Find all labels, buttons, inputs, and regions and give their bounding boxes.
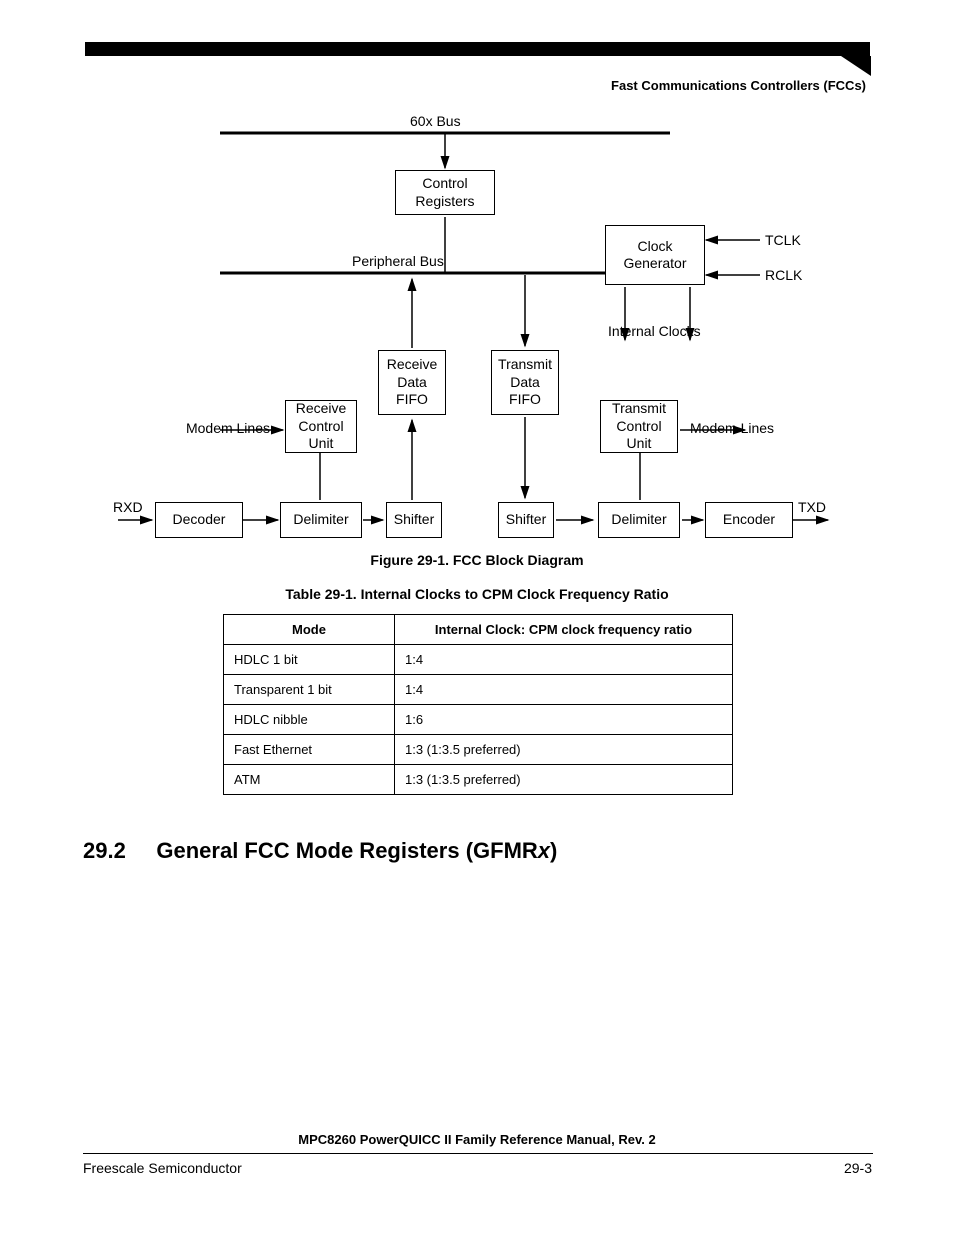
th-mode: Mode [224,615,395,645]
box-tcu: Transmit Control Unit [600,400,678,453]
label-rclk: RCLK [765,267,802,285]
ratio-table: Mode Internal Clock: CPM clock frequency… [223,614,733,795]
label-internal-clocks: Internal Clocks [608,323,701,341]
box-shifter-right: Shifter [498,502,554,538]
label-tclk: TCLK [765,232,801,250]
section-num: 29.2 [83,838,126,863]
box-decoder: Decoder [155,502,243,538]
th-ratio: Internal Clock: CPM clock frequency rati… [395,615,733,645]
fcc-block-diagram: 60x Bus Control Registers Peripheral Bus… [0,110,954,560]
section-title-ital: x [538,838,550,863]
box-shifter-left: Shifter [386,502,442,538]
table-caption: Table 29-1. Internal Clocks to CPM Clock… [0,586,954,602]
box-control-registers: Control Registers [395,170,495,215]
label-peripheral-bus: Peripheral Bus [352,253,444,271]
header-bar [85,42,870,56]
label-txd: TXD [798,499,826,517]
footer-rule [83,1153,873,1154]
section-title-pre: General FCC Mode Registers (GFMR [156,838,537,863]
label-rxd: RXD [113,499,143,517]
section-heading: 29.2 General FCC Mode Registers (GFMRx) [83,838,557,864]
label-modem-left: Modem Lines [160,420,270,438]
footer-right: 29-3 [844,1160,872,1176]
table-row: Fast Ethernet1:3 (1:3.5 preferred) [224,735,733,765]
box-rcu: Receive Control Unit [285,400,357,453]
table-row: HDLC 1 bit1:4 [224,645,733,675]
section-title-post: ) [550,838,557,863]
figure-caption: Figure 29-1. FCC Block Diagram [0,552,954,568]
running-header: Fast Communications Controllers (FCCs) [611,78,866,93]
footer-title: MPC8260 PowerQUICC II Family Reference M… [0,1132,954,1147]
table-row: ATM1:3 (1:3.5 preferred) [224,765,733,795]
label-modem-right: Modem Lines [690,420,774,438]
box-delimiter-right: Delimiter [598,502,680,538]
box-delimiter-left: Delimiter [280,502,362,538]
box-encoder: Encoder [705,502,793,538]
box-tx-fifo: Transmit Data FIFO [491,350,559,415]
box-clock-generator: Clock Generator [605,225,705,285]
footer-left: Freescale Semiconductor [83,1160,242,1176]
table-row: HDLC nibble1:6 [224,705,733,735]
label-60x-bus: 60x Bus [410,113,461,131]
box-rx-fifo: Receive Data FIFO [378,350,446,415]
table-row: Transparent 1 bit1:4 [224,675,733,705]
